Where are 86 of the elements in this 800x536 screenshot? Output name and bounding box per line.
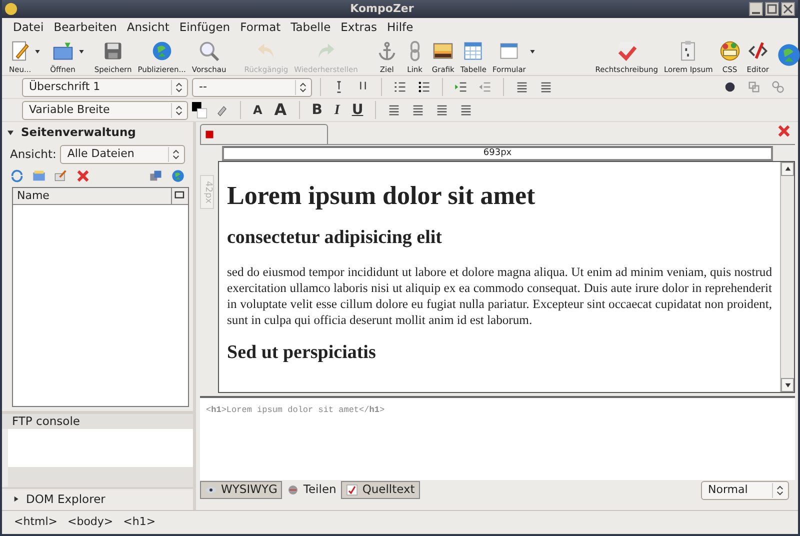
align-left-icon: [387, 103, 402, 117]
view-mode-select[interactable]: Normal: [701, 480, 789, 500]
heading: Lorem ipsum dolor sit amet: [227, 180, 536, 212]
layer-icon: [747, 80, 761, 94]
app-icon: [5, 3, 17, 15]
view-tab[interactable]: Quelltext: [341, 481, 420, 499]
table-icon: [462, 40, 484, 62]
align-icon: [539, 80, 553, 94]
menu-item[interactable]: Datei: [8, 19, 49, 37]
css-icon: [718, 40, 741, 62]
align-icon: [515, 80, 529, 94]
up-down-arrows-icon: [776, 484, 784, 496]
subheading: consectetur adipisicing elit: [227, 227, 443, 250]
minimize-icon: [752, 12, 760, 14]
menu-item[interactable]: Ansicht: [122, 19, 174, 37]
color-swatch-icon: [192, 101, 208, 119]
breadcrumb-item[interactable]: <body>: [68, 514, 114, 531]
floppy-icon: [102, 40, 124, 62]
window-icon: [498, 40, 520, 62]
delete-icon: [76, 169, 90, 184]
scroll-down-icon: [784, 381, 792, 389]
document-tab[interactable]: [200, 124, 328, 144]
align-center-icon: [411, 103, 426, 117]
globe-icon: [150, 40, 173, 62]
subheading: Sed ut perspiciatis: [227, 342, 377, 365]
globe-icon: [171, 169, 185, 184]
minimize-button[interactable]: [749, 2, 763, 16]
eye-icon: [205, 484, 217, 496]
expander-icon: [12, 495, 20, 504]
indent-icon: [454, 80, 468, 94]
menu-item[interactable]: Tabelle: [286, 19, 336, 37]
view-tab[interactable]: WYSIWYG: [200, 481, 282, 499]
breadcrumb-item[interactable]: <html>: [14, 514, 58, 531]
align-right-icon: [435, 103, 450, 117]
up-down-arrows-icon: [298, 82, 306, 92]
menu-item[interactable]: Einfügen: [174, 19, 236, 37]
numbered-list-icon: [393, 80, 407, 94]
image-icon: [432, 40, 454, 62]
view-label: Ansicht:: [10, 146, 56, 163]
bullet-list-icon: [417, 80, 431, 94]
breadcrumb-item[interactable]: <h1>: [123, 514, 156, 531]
justify-icon: [459, 103, 474, 117]
scrollbar[interactable]: [780, 162, 794, 392]
width-ruler: 693px: [222, 146, 773, 161]
eraser-icon: [215, 103, 229, 117]
maximize-icon: [767, 4, 777, 14]
spellcheck-icon: [616, 40, 638, 62]
maximize-button[interactable]: [765, 2, 779, 16]
edit-icon: [54, 169, 68, 184]
outdent-icon: [478, 80, 492, 94]
folder-icon: [52, 40, 74, 62]
source-line: <h1>Lorem ipsum dolor sit amet</h1>: [206, 405, 385, 415]
close-icon: [783, 4, 793, 14]
copy-icon: [149, 169, 163, 184]
page-icon: [205, 130, 214, 139]
paragraph: sed do eiusmod tempor incididunt ut labore et dolore magna aliqua. Ut enim ad minim veniam, quis nostrud exercitation ullamco laboris nisi ut aliquip ex ea commodo consequat. Duis aute irure dolor in reprehenderit in voluptate velit esse cillum dolore eu fugiat nulla pariatur. Excepteur sint occaecat cupidatat non proident, sunt in culpa qui officia deserunt mollit anim id est laborum.: [227, 264, 772, 328]
up-down-arrows-icon: [172, 148, 180, 160]
smaller-font-button[interactable]: A: [249, 101, 266, 119]
window-title: KompoZer: [349, 0, 415, 17]
new-page-icon: [9, 40, 32, 62]
menu-item[interactable]: Bearbeiten: [48, 19, 122, 37]
class-select[interactable]: --: [192, 78, 312, 96]
menu-item[interactable]: Format: [235, 19, 286, 37]
underline-button[interactable]: U: [348, 100, 368, 120]
menu-item[interactable]: Hilfe: [382, 19, 418, 37]
scroll-up-icon: [784, 165, 792, 173]
bold-button[interactable]: B: [308, 100, 326, 120]
height-ruler: 42px: [200, 175, 214, 209]
magnifier-icon: [198, 40, 220, 62]
larger-font-button[interactable]: A: [270, 98, 291, 122]
dom-explorer-header[interactable]: DOM Explorer: [2, 486, 193, 510]
ftp-console-header: FTP console: [12, 412, 80, 430]
refresh-icon: [10, 169, 24, 184]
up-down-arrows-icon: [174, 82, 182, 92]
folder-icon: [32, 169, 46, 184]
globe-icon: [776, 42, 800, 68]
menu-item[interactable]: Extras: [336, 19, 382, 37]
close-icon: [777, 124, 791, 138]
up-down-arrows-icon: [174, 104, 182, 116]
site-manager-header[interactable]: Seitenverwaltung: [2, 122, 193, 144]
italic-button[interactable]: I: [330, 100, 344, 120]
close-button[interactable]: [781, 2, 795, 16]
font-select[interactable]: Variable Breite: [22, 100, 188, 120]
view-select[interactable]: Alle Dateien: [60, 144, 185, 164]
expander-icon: [6, 128, 15, 138]
paragraph-format-select[interactable]: Überschrift 1: [22, 78, 188, 96]
